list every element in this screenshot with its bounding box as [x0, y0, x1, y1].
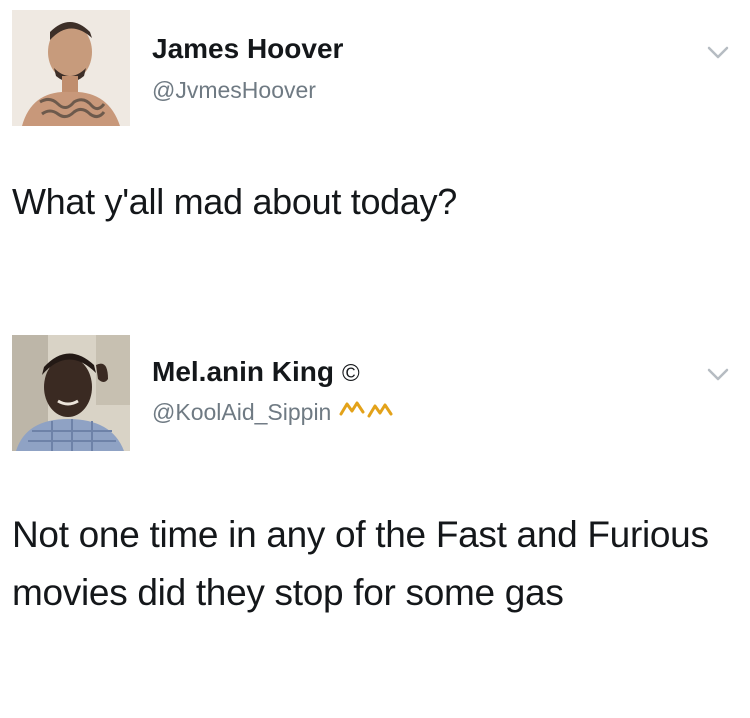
- avatar[interactable]: [12, 335, 130, 451]
- handle-text: @JvmesHoover: [152, 77, 316, 103]
- handle-text: @KoolAid_Sippin: [152, 399, 332, 425]
- chevron-down-icon[interactable]: [704, 360, 732, 388]
- tweet: James Hoover @JvmesHoover What y'all mad…: [0, 0, 750, 306]
- copyright-mark: ©: [342, 360, 360, 387]
- tweet: Mel.anin King © @KoolAid_Sippin Not one t…: [0, 330, 750, 718]
- handle[interactable]: @KoolAid_Sippin: [152, 398, 397, 426]
- avatar-image: [12, 10, 130, 126]
- display-name[interactable]: Mel.anin King ©: [152, 356, 360, 390]
- tweet-text: Not one time in any of the Fast and Furi…: [12, 514, 709, 613]
- display-name-text: Mel.anin King: [152, 356, 334, 387]
- tweet-text: What y'all mad about today?: [12, 181, 458, 222]
- handle[interactable]: @JvmesHoover: [152, 76, 316, 104]
- avatar[interactable]: [12, 10, 130, 126]
- chevron-down-icon[interactable]: [704, 38, 732, 66]
- display-name[interactable]: James Hoover: [152, 33, 343, 65]
- avatar-image: [12, 335, 130, 451]
- crown-marks-icon: [339, 398, 397, 426]
- display-name-text: James Hoover: [152, 33, 344, 64]
